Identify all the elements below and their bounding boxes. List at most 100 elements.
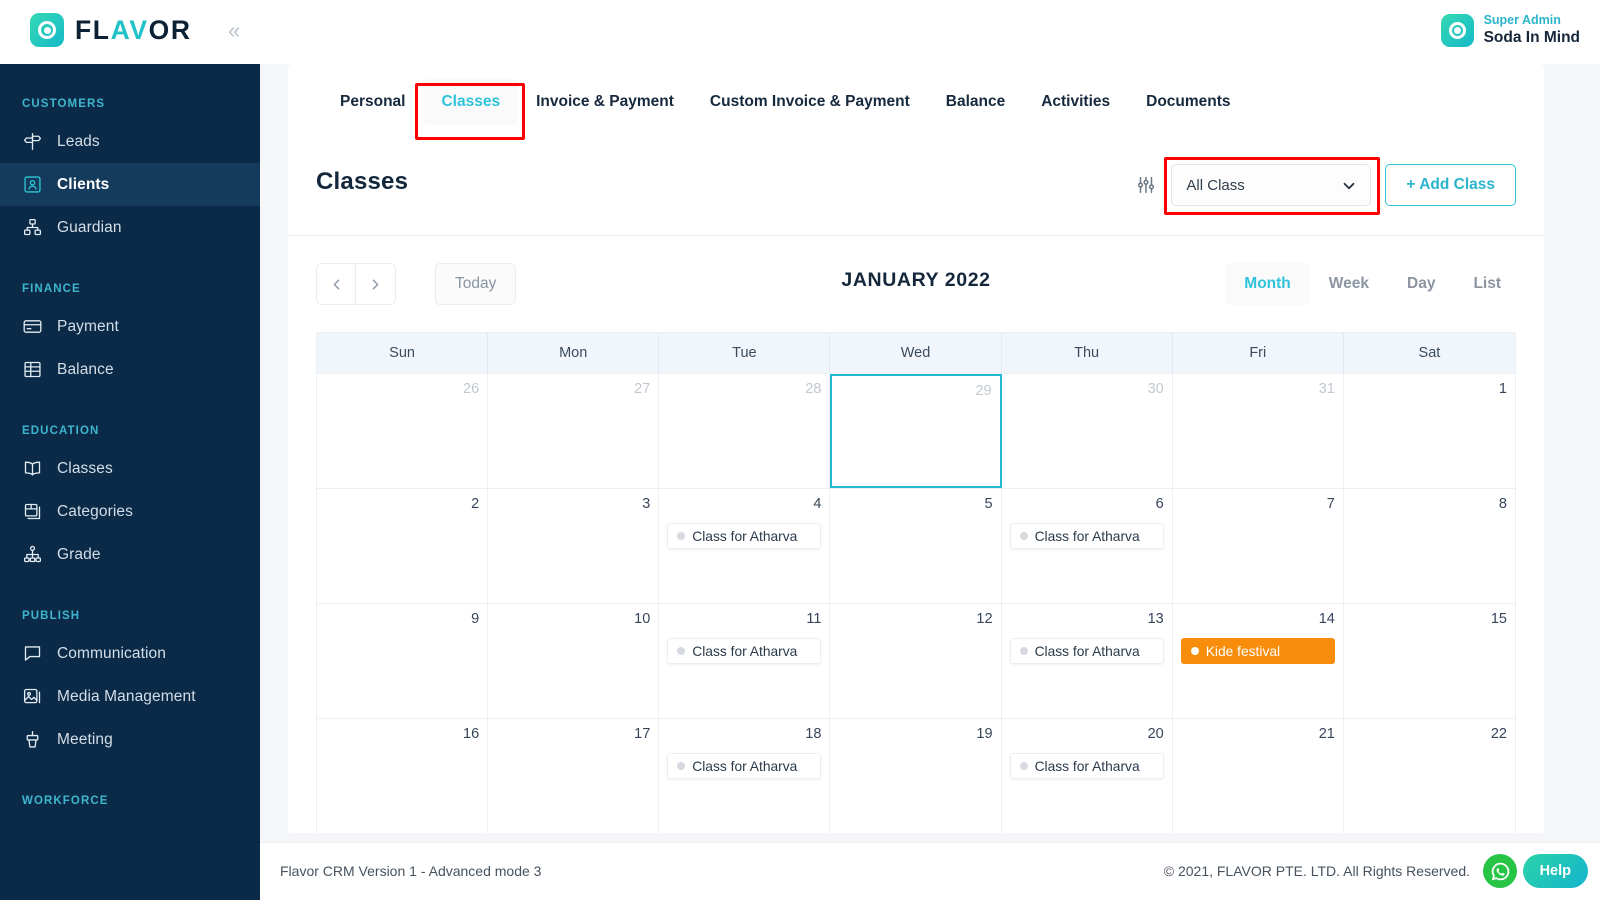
calendar-day-cell[interactable]: 31 [1173, 374, 1344, 488]
calendar-day-cell[interactable]: 12 [830, 604, 1002, 718]
calendar-day-cell[interactable]: 10 [488, 604, 660, 718]
signpost-icon [22, 131, 43, 152]
user-menu[interactable]: Super Admin Soda In Mind [1440, 13, 1580, 47]
calendar-day-cell[interactable]: 2 [317, 489, 489, 603]
day-number: 20 [1147, 726, 1164, 742]
view-list-button[interactable]: List [1454, 263, 1520, 305]
calendar-event[interactable]: Class for Atharva [667, 523, 822, 549]
sidebar-item-payment[interactable]: Payment [0, 305, 260, 348]
calendar-day-cell[interactable]: 3 [488, 489, 660, 603]
calendar-day-cell[interactable]: 18 Class for Atharva [659, 719, 831, 833]
chevron-down-icon [1340, 177, 1358, 200]
sidebar-group-publish: PUBLISH [22, 610, 81, 622]
calendar-event[interactable]: Class for Atharva [667, 638, 822, 664]
calendar-weekday-header: Sun Mon Tue Wed Thu Fri Sat [317, 333, 1515, 373]
calendar-event[interactable]: Kide festival [1180, 638, 1335, 664]
tab-custom-invoice-payment[interactable]: Custom Invoice & Payment [692, 79, 928, 125]
contact-card-icon [22, 174, 43, 195]
calendar-day-cell[interactable]: 29 [830, 374, 1002, 488]
calendar-week-row: 26 27 28 29 30 31 1 [317, 373, 1515, 488]
weekday-mon: Mon [488, 333, 660, 373]
tab-classes[interactable]: Classes [423, 79, 519, 125]
sidebar-item-label: Payment [57, 317, 119, 335]
day-number: 28 [805, 381, 822, 397]
tab-personal[interactable]: Personal [322, 79, 423, 125]
add-class-button[interactable]: + Add Class [1385, 164, 1516, 206]
sidebar-item-label: Meeting [57, 730, 113, 748]
calendar-day-cell[interactable]: 13 Class for Atharva [1002, 604, 1173, 718]
calendar-day-cell[interactable]: 27 [488, 374, 660, 488]
sidebar-item-grade[interactable]: Grade [0, 533, 260, 576]
event-title: Class for Atharva [692, 758, 798, 774]
calendar-day-cell[interactable]: 11 Class for Atharva [659, 604, 831, 718]
podium-icon [22, 729, 43, 750]
whatsapp-icon[interactable] [1483, 854, 1517, 888]
day-number: 8 [1498, 496, 1507, 512]
sidebar-item-communication[interactable]: Communication [0, 632, 260, 675]
sidebar-collapse-icon[interactable]: « [228, 20, 240, 42]
calendar-day-cell[interactable]: 30 [1002, 374, 1173, 488]
event-dot-icon [677, 762, 686, 770]
event-dot-icon [677, 647, 686, 655]
sidebar-item-classes[interactable]: Classes [0, 447, 260, 490]
day-number: 30 [1147, 381, 1164, 397]
event-dot-icon [1019, 762, 1028, 770]
event-title: Class for Atharva [1034, 758, 1140, 774]
sidebar-item-leads[interactable]: Leads [0, 120, 260, 163]
calendar-day-cell[interactable]: 5 [830, 489, 1002, 603]
day-number: 19 [976, 726, 993, 742]
brand-logo[interactable]: FLAVOR [30, 13, 192, 47]
calendar-day-cell[interactable]: 26 [317, 374, 489, 488]
day-number: 31 [1318, 381, 1335, 397]
view-week-button[interactable]: Week [1310, 263, 1388, 305]
book-open-icon [22, 458, 43, 479]
sidebar-item-clients[interactable]: Clients [0, 163, 260, 206]
tab-documents[interactable]: Documents [1128, 79, 1248, 125]
calendar-day-cell[interactable]: 20 Class for Atharva [1002, 719, 1173, 833]
page-title: Classes [316, 168, 409, 195]
day-number: 16 [463, 726, 480, 742]
calendar-day-cell[interactable]: 6 Class for Atharva [1002, 489, 1173, 603]
tab-invoice-payment[interactable]: Invoice & Payment [518, 79, 692, 125]
sidebar-item-balance[interactable]: Balance [0, 348, 260, 391]
day-number: 29 [975, 383, 992, 399]
sidebar-group-workforce: WORKFORCE [22, 795, 109, 807]
calendar-event[interactable]: Class for Atharva [1009, 638, 1164, 664]
calendar-day-cell[interactable]: 4 Class for Atharva [659, 489, 831, 603]
calendar-day-cell[interactable]: 28 [659, 374, 831, 488]
calendar-day-cell[interactable]: 21 [1173, 719, 1344, 833]
calendar-day-cell[interactable]: 16 [317, 719, 489, 833]
calendar-day-cell[interactable]: 1 [1344, 374, 1515, 488]
calendar-day-cell[interactable]: 17 [488, 719, 660, 833]
view-month-button[interactable]: Month [1225, 263, 1310, 305]
sliders-icon[interactable] [1135, 174, 1157, 196]
view-day-button[interactable]: Day [1388, 263, 1454, 305]
sidebar-item-categories[interactable]: Categories [0, 490, 260, 533]
help-button[interactable]: Help [1522, 854, 1588, 888]
class-filter-select[interactable]: All Class [1164, 157, 1381, 215]
calendar-day-cell[interactable]: 8 [1344, 489, 1515, 603]
sidebar-item-media-management[interactable]: Media Management [0, 675, 260, 718]
sidebar-item-guardian[interactable]: Guardian [0, 206, 260, 249]
calendar-event[interactable]: Class for Atharva [1009, 753, 1164, 779]
calendar-day-cell[interactable]: 19 [830, 719, 1002, 833]
calendar-day-cell[interactable]: 9 [317, 604, 489, 718]
credit-card-icon [22, 316, 43, 337]
sidebar: DashboardReports & AnalyticsCUSTOMERSLea… [0, 0, 260, 900]
calendar-event[interactable]: Class for Atharva [667, 753, 822, 779]
calendar-day-cell[interactable]: 22 [1344, 719, 1515, 833]
sidebar-item-meeting[interactable]: Meeting [0, 718, 260, 761]
event-title: Class for Atharva [692, 528, 798, 544]
calendar-event[interactable]: Class for Atharva [1009, 523, 1164, 549]
tab-balance[interactable]: Balance [928, 79, 1023, 125]
app-root: DashboardReports & AnalyticsCUSTOMERSLea… [0, 0, 1600, 900]
tab-activities[interactable]: Activities [1023, 79, 1128, 125]
weekday-sat: Sat [1418, 345, 1441, 361]
calendar-day-cell[interactable]: 7 [1173, 489, 1344, 603]
calendar-day-cell[interactable]: 15 [1344, 604, 1515, 718]
sidebar-item-label: Leads [57, 132, 100, 150]
calendar-day-cell[interactable]: 14 Kide festival [1173, 604, 1344, 718]
brand-word-part3: OR [148, 14, 192, 45]
day-number: 6 [1155, 496, 1164, 512]
footer-version: Flavor CRM Version 1 - Advanced mode 3 [280, 863, 542, 879]
